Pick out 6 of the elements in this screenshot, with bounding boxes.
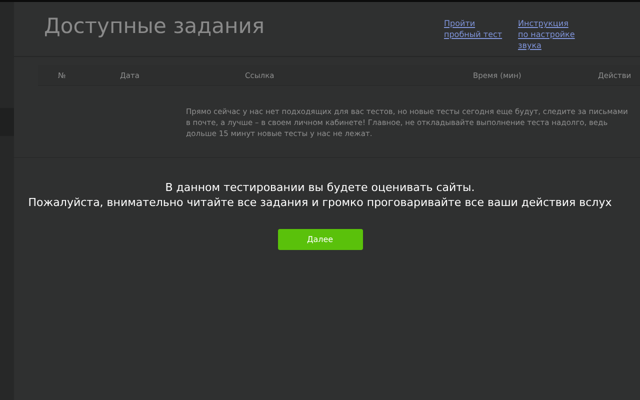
page-title: Доступные задания xyxy=(44,14,266,38)
dialog-text: Пожалуйста, внимательно читайте все задания и громко проговаривайте все ваши действия вслух xyxy=(28,195,612,210)
link[interactable]: Инструкция по настройке звука xyxy=(518,18,580,51)
dialog-text: В данном тестировании вы будете оценивать сайты. xyxy=(165,180,475,195)
next-button[interactable]: Далее xyxy=(278,229,362,250)
link[interactable]: Пройти пробный тест xyxy=(444,18,506,51)
